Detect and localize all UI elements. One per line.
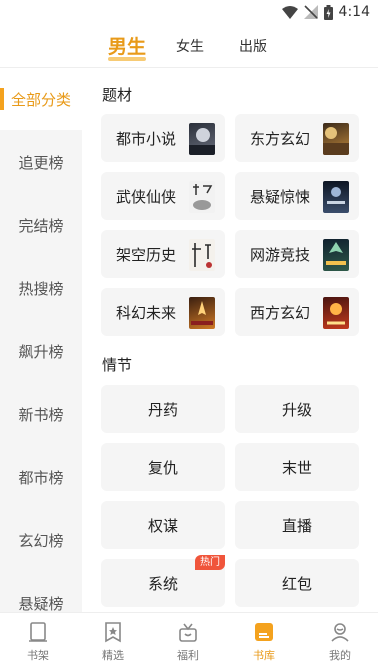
nav-featured[interactable]: 精选: [83, 621, 143, 663]
sidebar-item-mystery-ranking[interactable]: 悬疑榜: [0, 593, 82, 612]
book-cover-image: [189, 239, 215, 271]
theme-label: 悬疑惊悚: [250, 188, 311, 206]
category-tabs: 男生 女生 出版: [0, 26, 378, 68]
section-title-themes: 题材: [102, 86, 133, 104]
theme-label: 武侠仙侠: [116, 188, 177, 206]
sidebar-item-hot-search-ranking[interactable]: 热搜榜: [0, 278, 82, 299]
theme-label: 都市小说: [116, 130, 177, 148]
plot-card-livestream[interactable]: 直播: [235, 501, 359, 549]
theme-card-sci-fi[interactable]: 科幻未来: [101, 288, 225, 336]
nav-label: 精选: [102, 649, 124, 662]
plot-card-red-packet[interactable]: 红包: [235, 559, 359, 607]
gift-icon: [158, 621, 218, 643]
nav-benefits[interactable]: 福利: [158, 621, 218, 663]
theme-label: 东方玄幻: [250, 130, 311, 148]
plot-card-apocalypse[interactable]: 末世: [235, 443, 359, 491]
nav-library[interactable]: 书库: [234, 621, 294, 663]
plot-card-revenge[interactable]: 复仇: [101, 443, 225, 491]
book-cover-image: [323, 123, 349, 155]
tab-female[interactable]: 女生: [176, 36, 204, 56]
tab-male[interactable]: 男生: [108, 32, 147, 61]
plot-label: 丹药: [147, 401, 178, 419]
profile-icon: [310, 621, 370, 643]
battery-icon: [323, 4, 333, 20]
plot-label: 权谋: [147, 517, 178, 535]
plot-label: 直播: [281, 517, 312, 535]
sidebar-item-all-categories[interactable]: 全部分类: [0, 68, 82, 130]
plot-card-intrigue[interactable]: 权谋: [101, 501, 225, 549]
status-time: 4:14: [338, 4, 370, 20]
wifi-icon: [281, 5, 298, 19]
theme-label: 架空历史: [116, 246, 177, 264]
library-icon: [234, 621, 294, 643]
section-title-plots: 情节: [102, 356, 133, 374]
nav-label: 福利: [177, 649, 199, 662]
sidebar-item-new-book-ranking[interactable]: 新书榜: [0, 404, 82, 425]
theme-card-mystery[interactable]: 悬疑惊悚: [235, 172, 359, 220]
sidebar-item-finished-ranking[interactable]: 完结榜: [0, 215, 82, 236]
ranking-sidebar: 全部分类 追更榜 完结榜 热搜榜 飙升榜 新书榜 都市榜 玄幻榜 悬疑榜: [0, 68, 82, 612]
book-cover-image: [323, 181, 349, 213]
plot-card-system[interactable]: 系统 热门: [101, 555, 225, 607]
book-cover-image: [323, 239, 349, 271]
sidebar-item-urban-ranking[interactable]: 都市榜: [0, 467, 82, 488]
theme-label: 科幻未来: [116, 304, 177, 322]
plot-label: 复仇: [147, 459, 178, 477]
theme-card-alt-history[interactable]: 架空历史: [101, 230, 225, 278]
category-content: 题材 都市小说 东方玄幻 武侠仙侠 悬疑惊悚 架空历史 网游竞技 科幻未来 西方…: [82, 68, 378, 612]
nav-label: 书架: [27, 649, 49, 662]
tab-male-label: 男生: [108, 36, 147, 58]
nav-bookshelf[interactable]: 书架: [8, 621, 68, 663]
plot-label: 末世: [281, 459, 312, 477]
no-signal-icon: [303, 5, 318, 19]
theme-card-gaming[interactable]: 网游竞技: [235, 230, 359, 278]
status-bar: 4:14: [0, 0, 378, 26]
nav-label: 书库: [253, 649, 275, 662]
book-cover-image: [323, 297, 349, 329]
active-indicator: [0, 88, 4, 110]
book-cover-image: [189, 297, 215, 329]
theme-label: 西方玄幻: [250, 304, 311, 322]
book-cover-image: [189, 123, 215, 155]
theme-card-urban[interactable]: 都市小说: [101, 114, 225, 162]
sidebar-item-label: 全部分类: [10, 91, 71, 109]
bottom-navigation: 书架 精选 福利 书库 我的: [0, 612, 378, 672]
plot-label: 红包: [281, 575, 312, 593]
book-cover-image: [189, 181, 215, 213]
bookshelf-icon: [8, 621, 68, 643]
sidebar-item-follow-ranking[interactable]: 追更榜: [0, 152, 82, 173]
tab-published[interactable]: 出版: [239, 36, 267, 56]
sidebar-item-fantasy-ranking[interactable]: 玄幻榜: [0, 530, 82, 551]
plot-card-level-up[interactable]: 升级: [235, 385, 359, 433]
theme-card-western-fantasy[interactable]: 西方玄幻: [235, 288, 359, 336]
nav-label: 我的: [329, 649, 351, 662]
sidebar-item-rising-ranking[interactable]: 飙升榜: [0, 341, 82, 362]
plot-card-elixir[interactable]: 丹药: [101, 385, 225, 433]
theme-label: 网游竞技: [250, 246, 311, 264]
theme-card-wuxia[interactable]: 武侠仙侠: [101, 172, 225, 220]
featured-icon: [83, 621, 143, 643]
theme-card-eastern-fantasy[interactable]: 东方玄幻: [235, 114, 359, 162]
active-tab-indicator: [108, 57, 147, 61]
plot-label: 系统: [147, 575, 178, 593]
hot-badge: 热门: [195, 555, 225, 570]
plot-label: 升级: [281, 401, 312, 419]
nav-profile[interactable]: 我的: [310, 621, 370, 663]
